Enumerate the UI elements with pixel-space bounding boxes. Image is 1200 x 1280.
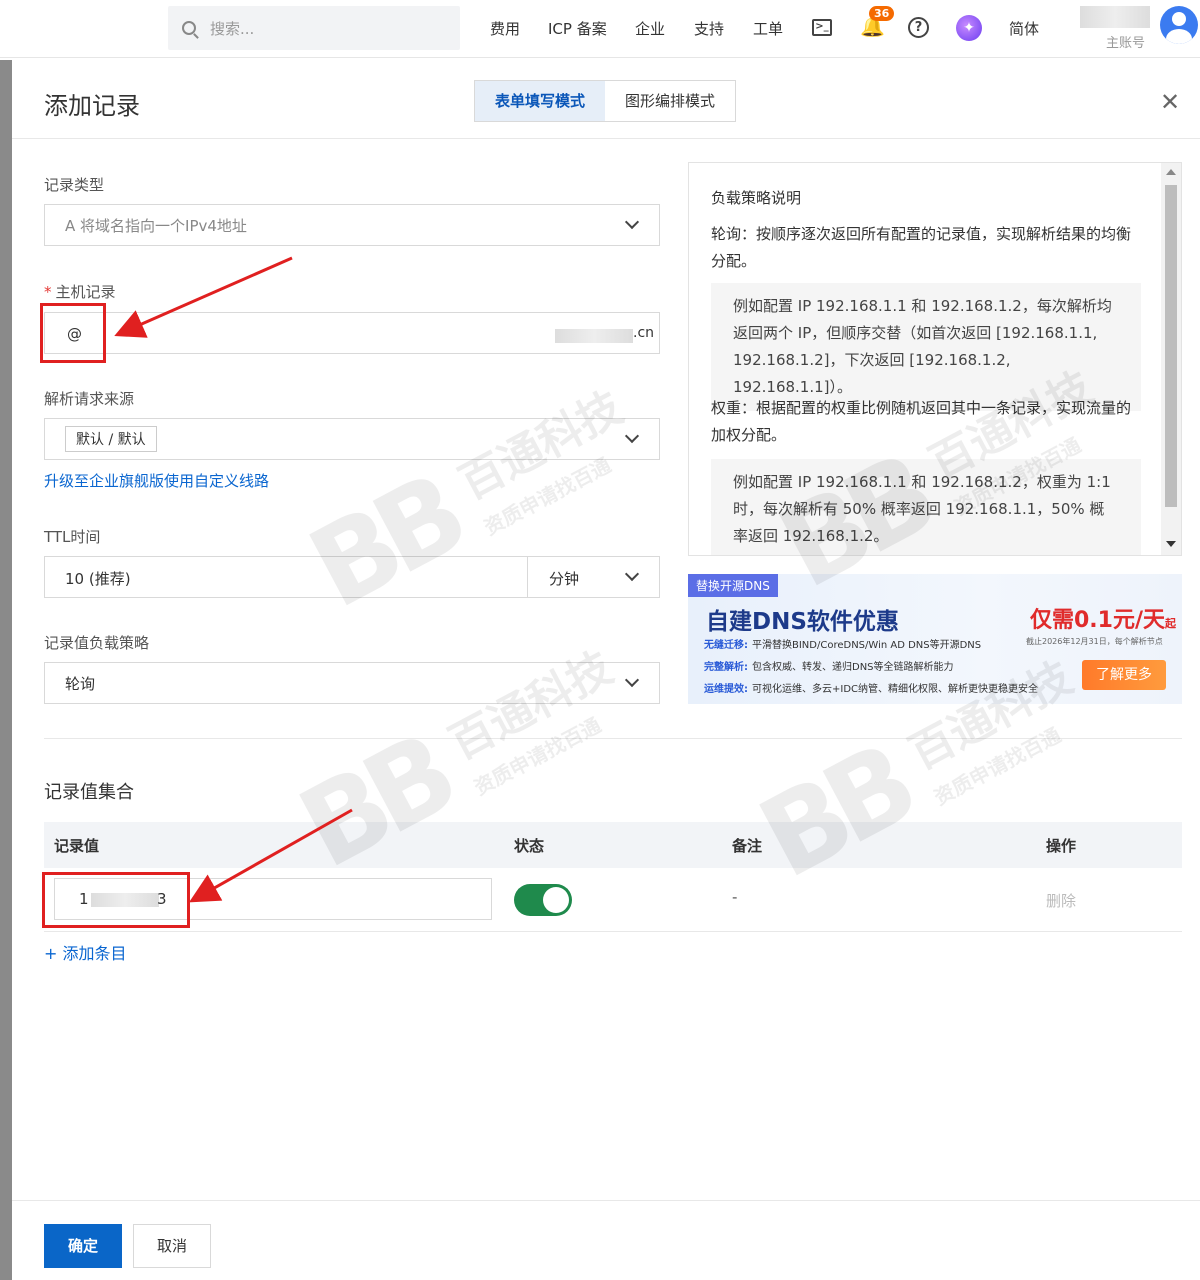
nav-link-ticket[interactable]: 工单 — [753, 18, 783, 39]
banner-title: 自建DNS软件优惠 — [706, 609, 899, 635]
search-placeholder: 搜索... — [210, 19, 255, 38]
banner-line-key: 运维提效: — [704, 684, 748, 695]
ttl-value[interactable]: 10 (推荐) — [65, 568, 131, 589]
scroll-up-icon[interactable] — [1166, 169, 1176, 175]
remark-value: - — [732, 888, 738, 906]
section-divider — [44, 738, 1182, 739]
status-toggle[interactable] — [514, 884, 572, 916]
roundrobin-text: 轮询：按顺序逐次返回所有配置的记录值，实现解析结果的均衡分配。 — [711, 225, 1132, 270]
lb-strategy-label: 记录值负载策略 — [44, 634, 150, 652]
records-table-header: 记录值 状态 备注 操作 — [44, 822, 1182, 868]
domain-redacted — [555, 329, 633, 343]
search-icon — [182, 21, 196, 35]
nav-link-icp[interactable]: ICP 备案 — [548, 18, 607, 39]
promo-banner[interactable]: 替换开源DNS 自建DNS软件优惠 仅需0.1元/天起 截止2026年12月31… — [688, 574, 1182, 704]
required-mark: * — [44, 283, 52, 301]
lb-strategy-value: 轮询 — [65, 674, 96, 693]
chevron-down-icon — [624, 672, 640, 688]
language-switch[interactable]: 简体 — [1009, 18, 1039, 39]
request-source-label: 解析请求来源 — [44, 390, 135, 408]
banner-line-text: 平滑替换BIND/CoreDNS/Win AD DNS等开源DNS — [752, 640, 982, 651]
top-nav: 搜索... 费用 ICP 备案 企业 支持 工单 >_ 🔔 36 ? ✦ 简体 … — [0, 0, 1200, 58]
banner-tag: 替换开源DNS — [688, 574, 778, 597]
col-remark: 备注 — [732, 837, 763, 855]
terminal-icon[interactable]: >_ — [812, 19, 832, 36]
header-divider — [12, 138, 1200, 139]
annotation-box-host — [40, 303, 106, 363]
banner-line: 运维提效: 可视化运维、多云+IDC纳管、精细化权限、解析更快更稳更安全 — [704, 680, 1038, 695]
weight-text: 权重：根据配置的权重比例随机返回其中一条记录，实现流量的加权分配。 — [711, 399, 1132, 444]
request-source-select[interactable]: 默认 / 默认 — [44, 418, 660, 460]
ttl-label: TTL时间 — [44, 528, 101, 546]
help-icon[interactable]: ? — [908, 17, 929, 38]
annotation-box-record-value — [42, 872, 190, 928]
chevron-down-icon — [624, 566, 640, 582]
account-name-redacted — [1080, 6, 1150, 28]
banner-line: 完整解析: 包含权威、转发、递归DNS等全链路解析能力 — [704, 658, 954, 673]
record-values-title: 记录值集合 — [44, 782, 134, 803]
ttl-divider — [527, 557, 528, 597]
nav-link-support[interactable]: 支持 — [694, 18, 724, 39]
request-source-tag: 默认 / 默认 — [65, 426, 157, 452]
ai-assistant-icon[interactable]: ✦ — [956, 15, 982, 41]
tab-form-mode[interactable]: 表单填写模式 — [475, 81, 606, 121]
banner-line: 无缝迁移: 平滑替换BIND/CoreDNS/Win AD DNS等开源DNS — [704, 636, 981, 651]
toggle-knob — [543, 887, 569, 913]
tab-graph-mode[interactable]: 图形编排模式 — [605, 81, 735, 121]
banner-line-text: 可视化运维、多云+IDC纳管、精细化权限、解析更快更稳更安全 — [752, 684, 1039, 695]
banner-line-text: 包含权威、转发、递归DNS等全链路解析能力 — [752, 662, 954, 673]
avatar[interactable] — [1160, 6, 1198, 44]
drawer-title: 添加记录 — [44, 92, 140, 120]
host-record-label: * 主机记录 — [44, 281, 116, 302]
confirm-button[interactable]: 确定 — [44, 1224, 122, 1268]
weight-example: 例如配置 IP 192.168.1.1 和 192.168.1.2，权重为 1:… — [711, 459, 1141, 555]
col-record-value: 记录值 — [54, 837, 100, 855]
record-type-value: A 将域名指向一个IPv4地址 — [65, 216, 247, 235]
banner-price-text: 仅需0.1元/天 — [1030, 608, 1166, 633]
host-record-input[interactable]: @ .cn — [44, 312, 660, 354]
lb-explanation-panel: 负载策略说明 轮询：按顺序逐次返回所有配置的记录值，实现解析结果的均衡分配。 例… — [688, 162, 1182, 556]
page-backdrop — [0, 60, 12, 1280]
delete-button[interactable]: 删除 — [1046, 890, 1076, 911]
col-action: 操作 — [1046, 837, 1077, 855]
scroll-down-icon[interactable] — [1166, 541, 1176, 547]
panel-scrollbar[interactable] — [1161, 163, 1181, 555]
banner-line-key: 无缝迁移: — [704, 640, 748, 651]
chevron-down-icon — [624, 428, 640, 444]
cancel-button[interactable]: 取消 — [133, 1224, 211, 1268]
host-record-label-text: 主机记录 — [55, 283, 116, 301]
chevron-down-icon — [624, 214, 640, 230]
close-icon[interactable]: ✕ — [1160, 88, 1180, 116]
scroll-thumb[interactable] — [1165, 185, 1177, 507]
upgrade-link[interactable]: 升级至企业旗舰版使用自定义线路 — [44, 470, 269, 491]
banner-note: 截止2026年12月31日，每个解析节点 — [1026, 637, 1163, 646]
panel-title: 负载策略说明 — [711, 189, 802, 207]
nav-link-enterprise[interactable]: 企业 — [635, 18, 665, 39]
search-input[interactable]: 搜索... — [168, 6, 460, 50]
banner-price: 仅需0.1元/天起 — [1030, 602, 1176, 634]
col-status: 状态 — [514, 837, 545, 855]
lb-strategy-select[interactable]: 轮询 — [44, 662, 660, 704]
banner-price-suffix: 起 — [1165, 617, 1177, 630]
roundrobin-example: 例如配置 IP 192.168.1.1 和 192.168.1.2，每次解析均返… — [711, 283, 1141, 411]
account-type-label: 主账号 — [1106, 36, 1146, 51]
domain-suffix: .cn — [633, 325, 655, 341]
ttl-unit-select[interactable]: 分钟 — [549, 568, 579, 589]
add-record-drawer: 添加记录 表单填写模式 图形编排模式 ✕ 记录类型 A 将域名指向一个IPv4地… — [12, 60, 1200, 1280]
learn-more-button[interactable]: 了解更多 — [1082, 660, 1166, 690]
mode-tabs: 表单填写模式 图形编排模式 — [474, 80, 737, 122]
banner-line-key: 完整解析: — [704, 662, 748, 673]
nav-link-billing[interactable]: 费用 — [490, 18, 520, 39]
record-type-select[interactable]: A 将域名指向一个IPv4地址 — [44, 204, 660, 246]
footer-divider — [12, 1200, 1200, 1201]
table-row: 1 3 - 删除 — [44, 868, 1182, 932]
notification-badge: 36 — [869, 6, 895, 21]
ttl-field: 10 (推荐) 分钟 — [44, 556, 660, 598]
record-type-label: 记录类型 — [44, 176, 105, 194]
add-item-button[interactable]: + 添加条目 — [44, 940, 127, 964]
